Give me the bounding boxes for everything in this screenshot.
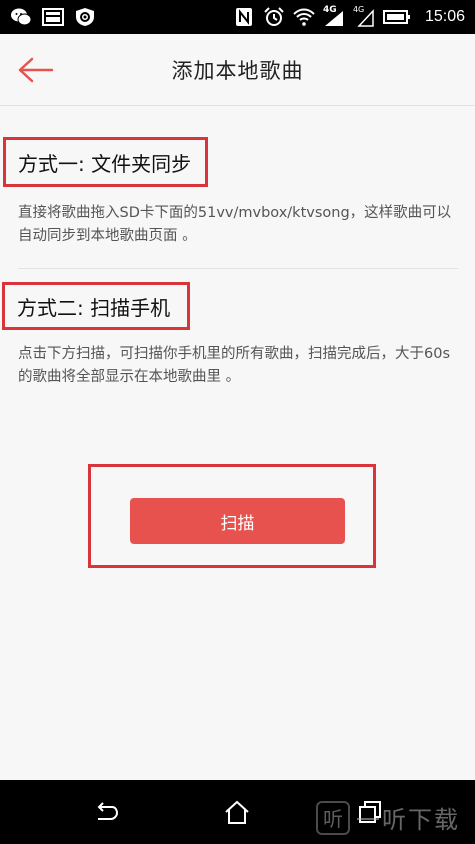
wifi-icon: [293, 7, 315, 27]
battery-icon: [382, 7, 411, 27]
watermark-text: 一听下载: [356, 806, 460, 834]
arrow-left-icon: [18, 57, 54, 83]
nav-back-button[interactable]: [88, 796, 124, 828]
scan-button[interactable]: 扫描: [130, 498, 345, 544]
watermark-badge: 听: [316, 800, 350, 835]
status-bar: 4G 4G 15:06: [0, 0, 475, 34]
method1-title: 方式一: 文件夹同步: [3, 137, 208, 187]
signal-label-2: 4G: [352, 5, 365, 14]
signal-label-1: 4G: [322, 5, 337, 15]
alarm-icon: [263, 7, 285, 27]
method1-description: 直接将歌曲拖入SD卡下面的51vv/mvbox/ktvsong，这样歌曲可以自动…: [18, 205, 452, 244]
home-icon: [225, 800, 249, 824]
4g-signal-icon: 4G: [322, 5, 345, 27]
section-divider: [18, 268, 458, 269]
back-button[interactable]: [12, 48, 60, 92]
status-left-icons: [0, 7, 96, 27]
watermark: 听 一听下载: [316, 800, 460, 835]
status-right-icons: 4G 4G 15:06: [233, 5, 475, 27]
image-icon: [42, 7, 64, 27]
nfc-icon: [233, 7, 255, 27]
app-bar: 添加本地歌曲: [0, 34, 475, 106]
page-title: 添加本地歌曲: [171, 58, 304, 83]
nav-home-button[interactable]: [219, 796, 255, 828]
status-time: 15:06: [424, 8, 465, 25]
settings-shield-icon: [74, 7, 96, 27]
back-icon: [97, 802, 119, 820]
method2-description: 点击下方扫描，可扫描你手机里的所有歌曲，扫描完成后，大于60s的歌曲将全部显示在…: [18, 346, 451, 385]
wechat-icon: [10, 7, 32, 27]
method2-title: 方式二: 扫描手机: [2, 282, 190, 330]
4g-e-signal-icon: 4G: [352, 5, 375, 27]
